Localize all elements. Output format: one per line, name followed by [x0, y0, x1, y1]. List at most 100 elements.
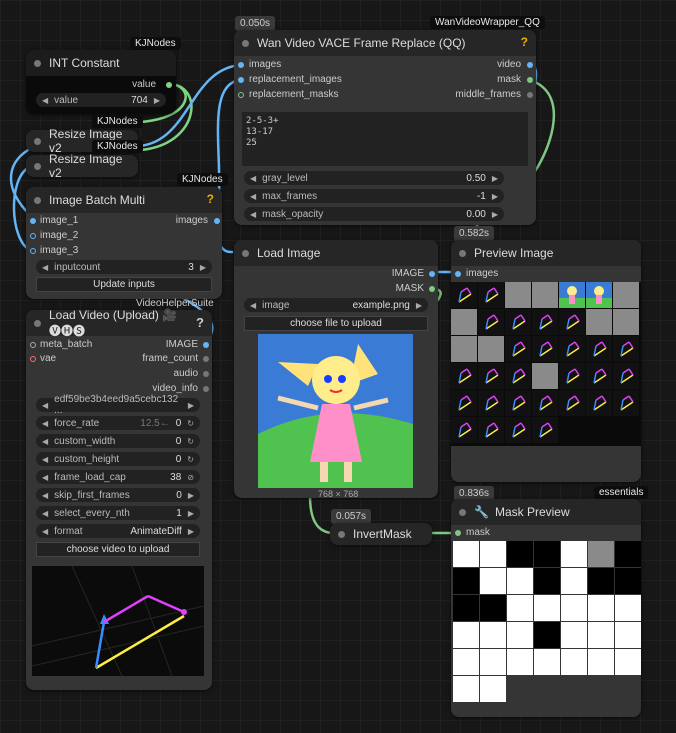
increment-icon[interactable]: ▶ [492, 192, 498, 201]
output-pin-mask[interactable] [429, 286, 435, 292]
increment-icon[interactable]: ▶ [492, 210, 498, 219]
input-pin-meta-batch[interactable] [30, 342, 36, 348]
preview-thumbnail[interactable] [613, 336, 639, 362]
input-pin-replacement-masks[interactable] [238, 92, 244, 98]
preview-thumbnail[interactable] [478, 363, 504, 389]
mask-thumbnail[interactable] [534, 649, 560, 675]
preview-thumbnail[interactable] [559, 309, 585, 335]
output-pin[interactable] [214, 218, 220, 224]
mask-thumbnail[interactable] [561, 541, 587, 567]
preview-thumbnail[interactable] [478, 336, 504, 362]
invert-mask-node[interactable]: InvertMask [330, 523, 432, 545]
increment-icon[interactable]: ▶ [188, 491, 194, 500]
frame-spec-textarea[interactable]: 2-5-3+ 13-17 25 [242, 112, 528, 166]
increment-icon[interactable]: ▶ [188, 509, 194, 518]
preview-header[interactable]: Preview Image [451, 240, 641, 266]
mask-thumbnail[interactable] [534, 622, 560, 648]
preview-thumbnail[interactable] [451, 282, 477, 308]
preview-thumbnail[interactable] [505, 336, 531, 362]
output-pin-image[interactable] [429, 271, 435, 277]
mask-thumbnail[interactable] [507, 622, 533, 648]
prev-icon[interactable]: ◀ [42, 401, 48, 410]
preview-thumbnail[interactable] [586, 336, 612, 362]
choose-video-button[interactable]: choose video to upload [36, 542, 200, 557]
collapse-dot[interactable] [459, 508, 466, 516]
preview-thumbnail[interactable] [478, 282, 504, 308]
mask-thumbnail[interactable] [534, 541, 560, 567]
mask-thumbnail[interactable] [507, 568, 533, 594]
custom-width-widget[interactable]: ◀ custom_width 0 ↻ [36, 434, 200, 448]
mask-thumbnail[interactable] [534, 595, 560, 621]
input-pin-replacement-images[interactable] [238, 77, 244, 83]
image-batch-multi-node[interactable]: Image Batch Multi? image_1 image_2 image… [26, 187, 222, 299]
preview-thumbnail[interactable] [505, 390, 531, 416]
decrement-icon[interactable]: ◀ [250, 210, 256, 219]
preview-thumbnail[interactable] [451, 309, 477, 335]
mask-preview-grid[interactable] [453, 541, 641, 705]
mask-thumbnail[interactable] [453, 595, 479, 621]
increment-icon[interactable]: ▶ [492, 174, 498, 183]
mask-thumbnail[interactable] [453, 541, 479, 567]
value-widget[interactable]: ◀ value 704 ▶ [36, 93, 166, 107]
disable-icon[interactable]: ⊘ [187, 473, 194, 482]
preview-thumbnail[interactable] [478, 309, 504, 335]
preview-thumbnail[interactable] [451, 417, 477, 443]
mask-thumbnail[interactable] [507, 595, 533, 621]
select-every-nth-widget[interactable]: ◀ select_every_nth 1 ▶ [36, 506, 200, 520]
update-inputs-button[interactable]: Update inputs [36, 277, 212, 292]
preview-thumbnail[interactable] [532, 282, 558, 308]
max-frames-widget[interactable]: ◀ max_frames -1 ▶ [244, 189, 504, 203]
mask-thumbnail[interactable] [561, 649, 587, 675]
collapse-dot[interactable] [34, 319, 41, 327]
preview-thumbnail[interactable] [586, 390, 612, 416]
int-constant-node[interactable]: INT Constant value ◀ value 704 ▶ [26, 50, 176, 114]
mask-thumbnail[interactable] [507, 541, 533, 567]
decrement-icon[interactable]: ◀ [42, 455, 48, 464]
output-pin-middle-frames[interactable] [527, 92, 533, 98]
collapse-dot[interactable] [459, 249, 466, 257]
decrement-icon[interactable]: ◀ [42, 509, 48, 518]
input-pin-vae[interactable] [30, 356, 36, 362]
decrement-icon[interactable]: ◀ [42, 263, 48, 272]
load-video-header[interactable]: Load Video (Upload) 🎥🅥🅗🅢? [26, 308, 212, 338]
output-pin-image[interactable] [203, 342, 209, 348]
input-pin-images[interactable] [238, 62, 244, 68]
output-pin[interactable] [166, 82, 172, 88]
decrement-icon[interactable]: ◀ [42, 96, 48, 105]
mask-thumbnail[interactable] [588, 595, 614, 621]
collapse-dot[interactable] [34, 59, 41, 67]
prev-icon[interactable]: ◀ [42, 527, 48, 536]
mask-thumbnail[interactable] [615, 622, 641, 648]
output-pin-frame-count[interactable] [203, 356, 209, 362]
increment-icon[interactable]: ▶ [154, 96, 160, 105]
preview-thumbnail[interactable] [451, 336, 477, 362]
preview-thumbnail[interactable] [532, 336, 558, 362]
mask-thumbnail[interactable] [480, 568, 506, 594]
mask-thumbnail[interactable] [480, 676, 506, 702]
decrement-icon[interactable]: ◀ [42, 437, 48, 446]
mask-thumbnail[interactable] [480, 622, 506, 648]
reset-icon[interactable]: ↻ [187, 437, 194, 446]
choose-file-button[interactable]: choose file to upload [244, 316, 428, 331]
preview-thumbnail[interactable] [559, 336, 585, 362]
mask-thumbnail[interactable] [480, 649, 506, 675]
resize-image-node-2[interactable]: Resize Image v2 [26, 152, 138, 180]
collapse-dot[interactable] [34, 162, 41, 170]
batch-header[interactable]: Image Batch Multi? [26, 187, 222, 213]
mask-opacity-widget[interactable]: ◀ mask_opacity 0.00 ▶ [244, 207, 504, 221]
collapse-dot[interactable] [34, 137, 41, 145]
preview-thumbnail-grid[interactable] [451, 282, 641, 446]
output-pin-video[interactable] [527, 62, 533, 68]
help-icon[interactable]: ? [207, 192, 214, 206]
force-rate-widget[interactable]: ◀ force_rate 12.5← 0 ↻ [36, 416, 200, 430]
gray-level-widget[interactable]: ◀ gray_level 0.50 ▶ [244, 171, 504, 185]
mask-thumbnail[interactable] [615, 595, 641, 621]
mask-preview-header[interactable]: 🔧 Mask Preview [451, 499, 641, 525]
decrement-icon[interactable]: ◀ [250, 174, 256, 183]
image-select[interactable]: ◀ image example.png ▶ [244, 298, 428, 312]
input-pin-mask[interactable] [455, 530, 461, 536]
preview-thumbnail[interactable] [532, 390, 558, 416]
input-pin-image1[interactable] [30, 218, 36, 224]
load-image-header[interactable]: Load Image [234, 240, 438, 266]
decrement-icon[interactable]: ◀ [42, 473, 48, 482]
